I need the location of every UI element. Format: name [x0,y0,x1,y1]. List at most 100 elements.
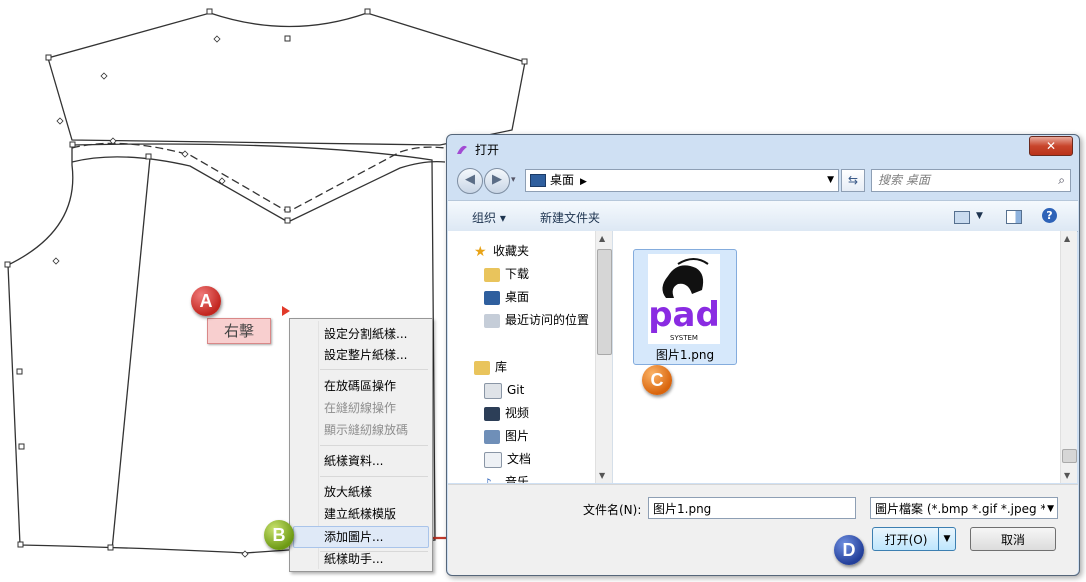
filetype-value: 圖片檔案 (*.bmp *.gif *.jpeg * [875,502,1047,516]
cancel-button[interactable]: 取消 [970,527,1056,551]
content-scroll-thumb[interactable] [1062,449,1077,463]
scroll-up-icon[interactable]: ▲ [599,234,605,243]
nav-music[interactable]: ♪ 音乐 [484,472,529,483]
nav-pictures-label: 图片 [505,429,530,443]
breadcrumb-arrow-icon[interactable]: ▶ [580,177,587,187]
nav-desktop-label: 桌面 [505,290,530,304]
pattern-piece-upper [47,12,526,146]
scroll-down-icon[interactable]: ▼ [599,471,605,480]
menu-item-add-image[interactable]: 添加圖片... [324,527,383,547]
nav-videos-label: 视频 [505,406,530,420]
nav-git[interactable]: Git [484,380,524,400]
picture-library-icon [484,429,500,444]
new-folder-button[interactable]: 新建文件夹 [540,209,600,226]
search-icon: ⌕ [1058,173,1065,187]
star-icon: ★ [474,243,487,260]
menu-item-create-template[interactable]: 建立紙樣模版 [324,504,396,524]
nav-pictures[interactable]: 图片 [484,426,529,446]
right-click-label: 右擊 [207,318,271,344]
cursor-pointer-icon [282,306,290,316]
file-name-label: 图片1.png [655,348,715,362]
music-library-icon: ♪ [484,475,492,484]
menu-item-set-whole-pattern[interactable]: 設定整片紙樣... [324,345,407,365]
nav-music-label: 音乐 [505,475,530,483]
nav-recent-places[interactable]: 最近访问的位置 [484,310,589,330]
menu-separator [320,369,428,370]
filetype-select[interactable]: 圖片檔案 (*.bmp *.gif *.jpeg * ▼ [870,497,1058,519]
back-button[interactable]: ◀ [457,168,483,194]
nav-downloads-label: 下载 [505,267,530,281]
address-text: 桌面 [550,173,575,187]
filename-label: 文件名(N): [583,503,642,517]
pad-logo-icon: pad SYSTEM [648,258,720,342]
view-options-icon[interactable] [954,211,970,224]
filetype-dropdown-icon[interactable]: ▼ [1045,498,1054,518]
nav-libraries-label: 库 [495,360,508,374]
open-file-dialog: 打开 ✕ ◀ ▶ ▾ 桌面 ▶ ▼ ⇆ 搜索 桌面 ⌕ 组织 ▾ 新建文件夹 ▼ … [446,134,1080,576]
menu-separator [320,445,428,446]
recent-pages-icon[interactable]: ▾ [511,175,516,185]
address-dropdown-icon[interactable]: ▼ [827,170,834,191]
dialog-toolbar: 组织 ▾ 新建文件夹 ▼ ? [448,200,1078,232]
step-marker-a: A [191,286,221,316]
view-dropdown-icon[interactable]: ▼ [976,211,983,221]
dialog-footer: 文件名(N): 图片1.png 圖片檔案 (*.bmp *.gif *.jpeg… [448,484,1078,575]
nav-scrollbar[interactable]: ▲ ▼ [595,231,612,483]
dialog-title: 打开 [475,143,500,157]
search-input[interactable]: 搜索 桌面 ⌕ [871,169,1071,192]
menu-item-pattern-assistant[interactable]: 紙樣助手... [324,549,383,569]
preview-pane-icon[interactable] [1006,210,1022,224]
content-scrollbar[interactable]: ▲ ▼ [1060,231,1077,483]
file-thumbnail: pad SYSTEM [648,254,720,344]
menu-item-enlarge-pattern[interactable]: 放大紙樣 [324,482,372,502]
step-marker-d: D [834,535,864,565]
forward-arrow-icon: ▶ [492,172,502,187]
context-menu: 設定分割紙樣... 設定整片紙樣... 在放碼區操作 在縫紉線操作 顯示縫紉線放… [289,318,433,572]
search-placeholder: 搜索 桌面 [878,173,930,187]
nav-documents[interactable]: 文档 [484,449,531,469]
nav-videos[interactable]: 视频 [484,403,529,423]
nav-favorites[interactable]: ★ 收藏夹 [474,241,529,261]
help-icon[interactable]: ? [1042,208,1057,223]
app-icon [457,145,467,154]
back-arrow-icon: ◀ [465,172,475,187]
menu-item-set-split-pattern[interactable]: 設定分割紙樣... [324,324,407,344]
forward-button[interactable]: ▶ [484,168,510,194]
git-library-icon [484,382,502,399]
logo-subtext: SYSTEM [670,334,698,342]
download-folder-icon [484,267,500,282]
organize-button[interactable]: 组织 ▾ [472,209,506,226]
recent-places-icon [484,313,500,328]
menu-item-show-sewing-grading: 顯示縫紉線放碼 [324,423,409,437]
menu-item-pattern-info[interactable]: 紙樣資料... [324,451,383,471]
desktop-icon [484,290,500,305]
address-bar[interactable]: 桌面 ▶ ▼ [525,169,839,192]
refresh-button[interactable]: ⇆ [841,169,865,192]
file-item-image1[interactable]: pad SYSTEM 图片1.png [633,249,737,365]
library-icon [474,360,490,375]
close-button[interactable]: ✕ [1029,136,1073,156]
nav-libraries[interactable]: 库 [474,357,507,377]
step-marker-c: C [642,365,672,395]
scroll-up-icon[interactable]: ▲ [1064,234,1070,243]
nav-desktop[interactable]: 桌面 [484,287,529,307]
menu-item-sewing-line: 在縫紉線操作 [324,401,397,415]
dialog-titlebar[interactable]: 打开 ✕ [447,135,1079,161]
filename-input[interactable]: 图片1.png [648,497,856,519]
file-list: pad SYSTEM 图片1.png ▲ ▼ [613,231,1077,483]
nav-scroll-thumb[interactable] [597,249,612,355]
video-library-icon [484,406,500,421]
open-button[interactable]: 打开(O) ▼ [872,527,956,551]
scroll-down-icon[interactable]: ▼ [1064,471,1070,480]
nav-downloads[interactable]: 下载 [484,264,529,284]
refresh-icon: ⇆ [847,173,859,187]
navigation-pane: ★ 收藏夹 下载 桌面 最近访问的位置 库 Git 视频 图片 文档 ♪ 音乐 ▲ … [448,231,613,483]
menu-separator [320,476,428,477]
nav-documents-label: 文档 [507,452,532,466]
step-marker-b: B [264,520,294,550]
open-split-dropdown-icon[interactable]: ▼ [938,528,955,550]
menu-item-grading-area[interactable]: 在放碼區操作 [324,376,396,396]
nav-recent-label: 最近访问的位置 [505,313,590,327]
nav-favorites-label: 收藏夹 [493,244,530,258]
nav-git-label: Git [507,383,525,397]
